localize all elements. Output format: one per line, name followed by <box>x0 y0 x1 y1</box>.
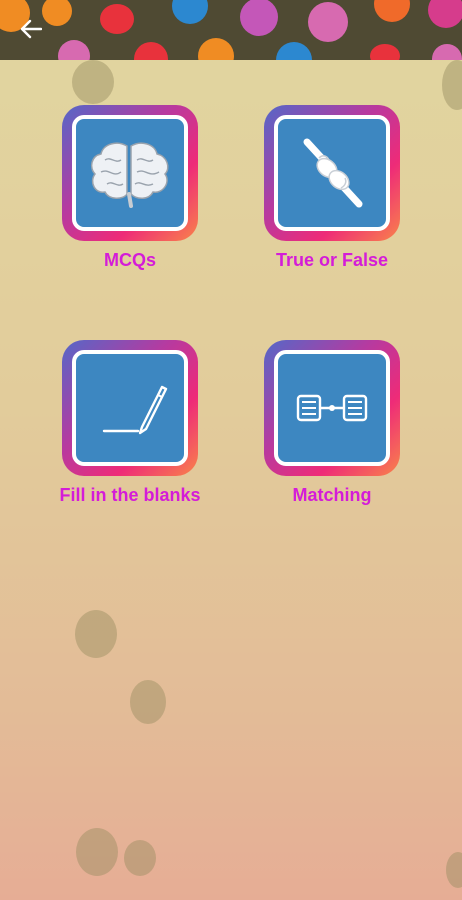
tile-frame <box>264 105 400 241</box>
top-bar <box>0 0 462 60</box>
tile-icon-box <box>274 350 390 466</box>
folder-icon <box>370 44 400 60</box>
back-arrow-icon <box>20 19 42 39</box>
decorative-bubble <box>72 60 114 104</box>
tile-label: Fill in the blanks <box>59 485 201 505</box>
decorative-bubble <box>124 840 156 876</box>
chevron-icon <box>428 0 462 28</box>
matching-tile[interactable]: Matching <box>264 340 400 505</box>
mouse-icon <box>58 40 90 60</box>
tile-frame <box>62 105 198 241</box>
mouse-icon <box>308 2 348 42</box>
tile-frame <box>62 340 198 476</box>
true-or-false-tile[interactable]: True or False <box>264 105 400 270</box>
back-button[interactable] <box>14 14 48 44</box>
mouse-icon <box>432 44 462 60</box>
tile-icon-box <box>72 350 188 466</box>
decorative-bubble <box>130 680 166 724</box>
tile-label: MCQs <box>103 250 156 270</box>
tile-frame <box>264 340 400 476</box>
decorative-bubble <box>75 610 117 658</box>
tile-label: True or False <box>275 250 389 270</box>
folder-icon <box>100 4 134 34</box>
power-icon <box>172 0 208 24</box>
fill-in-the-blanks-tile[interactable]: Fill in the blanks <box>59 340 201 505</box>
emoji-icon <box>198 38 234 60</box>
headphones-icon <box>134 42 168 60</box>
decorative-bubble <box>442 60 462 110</box>
tile-label: Matching <box>292 485 372 505</box>
headphones-icon <box>374 0 410 22</box>
tile-icon-box <box>274 115 390 231</box>
pointing-fingers-icon <box>303 138 363 208</box>
tile-icon-box <box>72 115 188 231</box>
decorative-bubble <box>76 828 118 876</box>
pen-icon <box>102 385 168 435</box>
brain-icon <box>90 142 169 208</box>
cursor-icon <box>240 0 278 36</box>
decorative-bubble <box>446 852 462 888</box>
power-icon <box>276 42 312 60</box>
mcqs-tile[interactable]: MCQs <box>62 105 198 270</box>
matching-lists-icon <box>296 394 368 422</box>
